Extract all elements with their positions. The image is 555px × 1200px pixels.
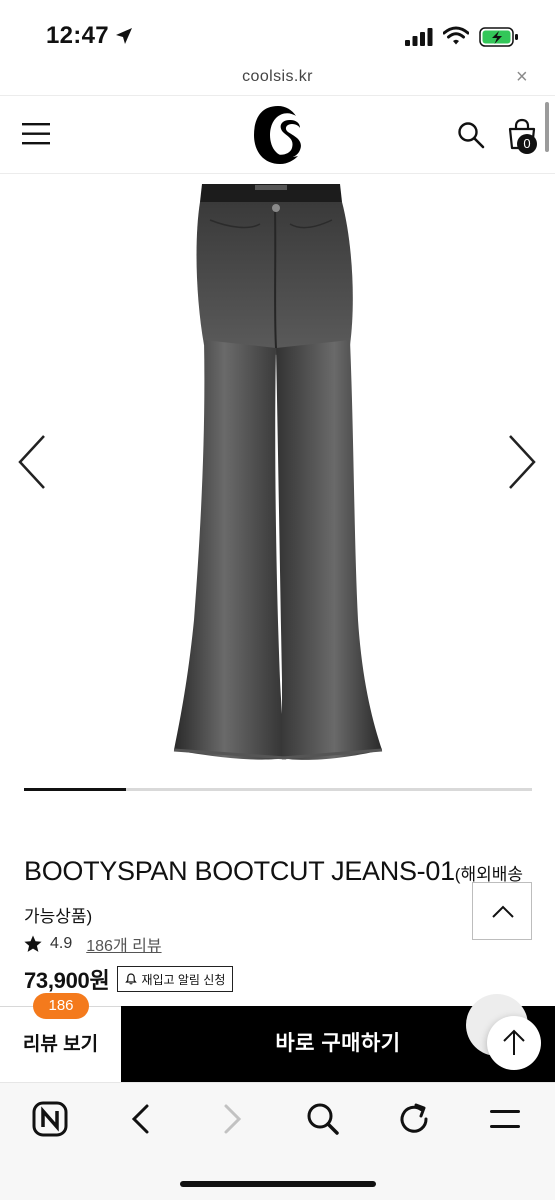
chevron-left-icon[interactable] <box>14 432 50 492</box>
page-scrollbar[interactable] <box>545 102 549 152</box>
chevron-right-icon[interactable] <box>504 432 540 492</box>
rating-value: 4.9 <box>50 935 73 952</box>
scroll-top-button[interactable] <box>472 882 532 940</box>
coolsis-logo-icon[interactable] <box>250 102 306 168</box>
url-bar[interactable]: coolsis.kr × <box>0 62 555 96</box>
review-count-link[interactable]: 186개 리뷰 <box>86 932 161 956</box>
wifi-icon <box>443 26 469 45</box>
url-domain[interactable]: coolsis.kr <box>0 68 555 86</box>
review-count-badge: 186 <box>33 993 89 1019</box>
status-time: 12:47 <box>46 22 109 49</box>
gallery-progress-fill <box>24 788 126 791</box>
restock-alert-button[interactable]: 재입고 알림 신청 <box>117 966 234 992</box>
search-icon[interactable] <box>305 1101 341 1137</box>
naver-home-icon[interactable] <box>32 1101 68 1137</box>
site-header <box>0 96 555 174</box>
home-indicator[interactable] <box>180 1181 376 1187</box>
forward-icon[interactable] <box>214 1101 250 1137</box>
price-row: 73,900원 재입고 알림 신청 <box>24 963 234 995</box>
arrow-up-icon <box>503 1029 525 1055</box>
cellular-signal-icon <box>405 28 433 46</box>
hamburger-menu-icon[interactable] <box>22 123 50 145</box>
close-icon[interactable]: × <box>516 66 528 89</box>
search-icon[interactable] <box>457 121 485 149</box>
product-title: BOOTYSPAN BOOTCUT JEANS-01(해외배송 가능상품) <box>24 852 534 936</box>
chevron-up-icon <box>492 905 514 918</box>
cart-count-badge: 0 <box>517 134 537 154</box>
back-icon[interactable] <box>123 1101 159 1137</box>
location-arrow-icon <box>116 28 132 44</box>
status-bar: 12:47 <box>0 0 555 62</box>
battery-charging-icon <box>479 27 518 47</box>
rating-row: 4.9 186개 리뷰 <box>24 932 162 956</box>
floating-scroll-top-button[interactable] <box>487 1016 541 1070</box>
restock-alert-label: 재입고 알림 신청 <box>141 972 226 987</box>
product-title-main: BOOTYSPAN BOOTCUT JEANS-01 <box>24 856 455 886</box>
refresh-icon[interactable] <box>396 1101 432 1137</box>
product-image[interactable] <box>150 180 405 770</box>
star-icon <box>24 935 42 952</box>
menu-icon[interactable] <box>487 1101 523 1137</box>
bell-icon <box>125 973 138 985</box>
gallery-progress-track <box>24 788 532 791</box>
product-price: 73,900원 <box>24 968 110 993</box>
